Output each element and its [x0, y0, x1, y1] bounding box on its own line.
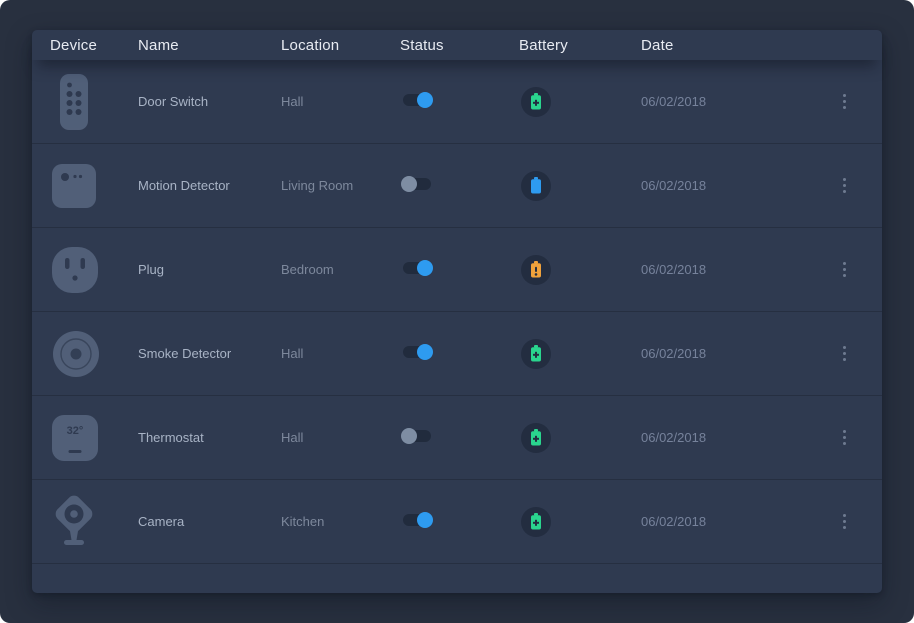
device-location: Kitchen: [281, 514, 400, 529]
status-toggle[interactable]: [403, 178, 431, 190]
device-name: Camera: [138, 514, 281, 529]
row-menu-button[interactable]: [839, 258, 850, 281]
table-row: Plug Bedroom 06/02/2018: [32, 228, 882, 312]
status-toggle[interactable]: [403, 94, 431, 106]
status-toggle[interactable]: [403, 430, 431, 442]
smoke-detector-icon: [52, 330, 100, 378]
thermostat-icon: 32°: [52, 415, 98, 461]
device-date: 06/02/2018: [641, 94, 830, 109]
row-menu-button[interactable]: [839, 90, 850, 113]
battery-charged-icon: [521, 507, 551, 537]
column-header: Name: [138, 37, 281, 54]
battery-charged-icon: [521, 423, 551, 453]
app-background: Device Name Location Status Battery Date: [0, 0, 914, 623]
device-location: Bedroom: [281, 262, 400, 277]
column-header: Location: [281, 37, 400, 54]
toggle-knob: [401, 428, 417, 444]
table-row: Motion Detector Living Room 06/02/2018: [32, 144, 882, 228]
device-date: 06/02/2018: [641, 346, 830, 361]
status-toggle[interactable]: [403, 262, 431, 274]
table-row: Camera Kitchen 06/02/2018: [32, 480, 882, 564]
row-menu-button[interactable]: [839, 342, 850, 365]
devices-table-card: Device Name Location Status Battery Date: [32, 30, 882, 593]
device-location: Hall: [281, 430, 400, 445]
row-menu-button[interactable]: [839, 174, 850, 197]
motion-sensor-icon: [52, 164, 96, 208]
remote-icon: [52, 73, 96, 131]
toggle-knob: [417, 344, 433, 360]
row-menu-button[interactable]: [839, 426, 850, 449]
toggle-knob: [417, 92, 433, 108]
status-toggle[interactable]: [403, 346, 431, 358]
device-location: Hall: [281, 346, 400, 361]
column-header: Date: [641, 37, 830, 54]
battery-charged-icon: [521, 87, 551, 117]
column-header: Device: [50, 37, 138, 54]
toggle-knob: [401, 176, 417, 192]
device-date: 06/02/2018: [641, 514, 830, 529]
column-header: Status: [400, 37, 519, 54]
device-date: 06/02/2018: [641, 178, 830, 193]
camera-icon: [52, 494, 98, 550]
battery-full-icon: [521, 171, 551, 201]
device-name: Plug: [138, 262, 281, 277]
toggle-knob: [417, 260, 433, 276]
battery-charged-icon: [521, 339, 551, 369]
row-menu-button[interactable]: [839, 510, 850, 533]
table-row: Smoke Detector Hall 06/02/2018: [32, 312, 882, 396]
svg-text:32°: 32°: [67, 425, 84, 437]
toggle-knob: [417, 512, 433, 528]
table-body: Door Switch Hall 06/02/2018: [32, 60, 882, 564]
device-name: Motion Detector: [138, 178, 281, 193]
device-location: Living Room: [281, 178, 400, 193]
device-name: Smoke Detector: [138, 346, 281, 361]
table-header: Device Name Location Status Battery Date: [32, 30, 882, 60]
table-row: 32° Thermostat Hall 06/02/2018: [32, 396, 882, 480]
plug-icon: [52, 247, 98, 293]
battery-low-icon: [521, 255, 551, 285]
device-name: Door Switch: [138, 94, 281, 109]
device-name: Thermostat: [138, 430, 281, 445]
status-toggle[interactable]: [403, 514, 431, 526]
device-date: 06/02/2018: [641, 262, 830, 277]
device-location: Hall: [281, 94, 400, 109]
column-header: Battery: [519, 37, 641, 54]
device-date: 06/02/2018: [641, 430, 830, 445]
table-row: Door Switch Hall 06/02/2018: [32, 60, 882, 144]
